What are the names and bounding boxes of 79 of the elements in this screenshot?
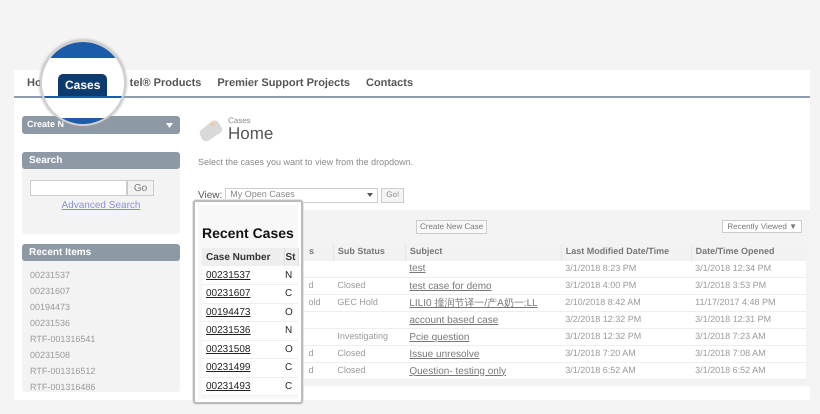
table-cell: 11/17/2017 4:48 PM: [695, 297, 776, 308]
recent-item-link[interactable]: 00231537: [30, 267, 70, 283]
subject-link[interactable]: Question- testing only: [409, 366, 506, 376]
subject-link[interactable]: LILI0 撞润节译一/产A奶一:LL: [409, 298, 538, 308]
case-number-link[interactable]: 00231537: [206, 270, 250, 280]
table-cell: 3/1/2018 7:08 AM: [695, 348, 766, 358]
table-cell: d: [308, 365, 314, 376]
go-button[interactable]: Go: [127, 180, 154, 196]
case-number-link[interactable]: 00231607: [206, 288, 250, 300]
section-title: Recent Cases: [202, 225, 295, 241]
recent-item-link[interactable]: 00194473: [30, 299, 70, 315]
recent-item-link[interactable]: 00231508: [30, 347, 70, 363]
table-cell: 3/1/2018 4:00 PM: [565, 280, 636, 290]
caret-icon: [166, 122, 173, 128]
table-cell: 3/1/2018 7:20 AM: [565, 348, 636, 358]
recent-item-link[interactable]: RTF-001316541: [30, 331, 96, 347]
table-cell: d: [308, 348, 314, 358]
table-cell: 3/1/2018 7:23 AM: [695, 331, 766, 342]
table-cell: d: [308, 280, 314, 290]
breadcrumb: Cases: [228, 116, 252, 125]
panel-header: Recent Items: [22, 244, 180, 261]
subject-link[interactable]: Pcie question: [409, 332, 470, 342]
table-cell: Investigating: [337, 331, 388, 342]
search-field[interactable]: [30, 180, 127, 196]
table-cell: Closed: [337, 365, 366, 376]
advanced-search-link[interactable]: Advanced Search: [62, 198, 140, 213]
column-header[interactable]: Sub Status: [338, 246, 385, 256]
subject-link[interactable]: test: [409, 263, 426, 274]
instructions-text: Select the cases you want to view from the dropdown.: [198, 156, 414, 169]
create-new-case-button[interactable]: Create New Case: [416, 220, 488, 234]
subject-link[interactable]: test case for demo: [409, 280, 492, 292]
case-number-link[interactable]: 00231508: [206, 344, 250, 355]
table-cell: C: [285, 362, 292, 374]
subject-link[interactable]: Issue unresolve: [409, 348, 480, 360]
table-cell: 3/1/2018 12:32 PM: [565, 331, 642, 342]
recent-item-link[interactable]: RTF-001316512: [30, 363, 96, 379]
table-cell: 3/1/2018 12:31 PM: [695, 314, 772, 324]
column-header[interactable]: Case Number: [206, 252, 270, 262]
tab[interactable]: Cases: [58, 74, 108, 96]
column-header[interactable]: s: [309, 246, 314, 256]
case-number-link[interactable]: 00231536: [206, 325, 250, 336]
tab[interactable]: Contacts: [366, 74, 414, 92]
column-header[interactable]: St: [286, 252, 296, 262]
case-number-link[interactable]: 00194473: [206, 306, 250, 318]
table-cell: O: [285, 306, 293, 318]
subject-link[interactable]: account based case: [409, 314, 498, 326]
column-header[interactable]: Last Modified Date/Time: [566, 246, 670, 256]
table-cell: 3/1/2018 6:52 AM: [695, 365, 766, 376]
go-button[interactable]: Go!: [381, 188, 404, 202]
tab[interactable]: tel® Products: [130, 74, 202, 92]
case-number-link[interactable]: 00231499: [206, 362, 250, 374]
table-cell: C: [285, 380, 292, 392]
panel-header: Search: [22, 152, 180, 169]
tab[interactable]: Premier Support Projects: [217, 74, 350, 92]
column-header[interactable]: Subject: [410, 246, 442, 256]
column-header[interactable]: Date/Time Opened: [696, 246, 774, 256]
table-cell: 3/1/2018 12:34 PM: [695, 263, 772, 273]
table-cell: Closed: [337, 280, 366, 290]
case-number-link[interactable]: 00231493: [206, 380, 250, 392]
table-cell: old: [308, 297, 321, 308]
table-cell: N: [285, 270, 292, 280]
sort-select[interactable]: Recently Viewed ▼: [722, 220, 802, 233]
table-cell: 3/1/2018 6:52 AM: [565, 365, 636, 376]
briefcase-icon: [198, 118, 224, 142]
table-cell: O: [285, 344, 293, 355]
page-title: Home: [228, 125, 274, 143]
table-cell: 2/10/2018 8:42 AM: [565, 297, 641, 308]
caret-icon: [367, 193, 374, 197]
table-cell: 3/2/2018 12:32 PM: [565, 314, 642, 324]
recent-item-link[interactable]: RTF-001316486: [30, 379, 96, 395]
view-label: View:: [198, 188, 222, 202]
table-cell: Closed: [337, 348, 366, 358]
table-cell: N: [285, 325, 292, 336]
table-cell: 3/1/2018 3:53 PM: [695, 280, 766, 290]
table-cell: 3/1/2018 8:23 PM: [565, 263, 636, 273]
recent-item-link[interactable]: 00231536: [30, 315, 70, 331]
table-cell: GEC Hold: [337, 297, 378, 308]
table-cell: C: [285, 288, 292, 300]
recent-item-link[interactable]: 00231607: [30, 283, 70, 299]
